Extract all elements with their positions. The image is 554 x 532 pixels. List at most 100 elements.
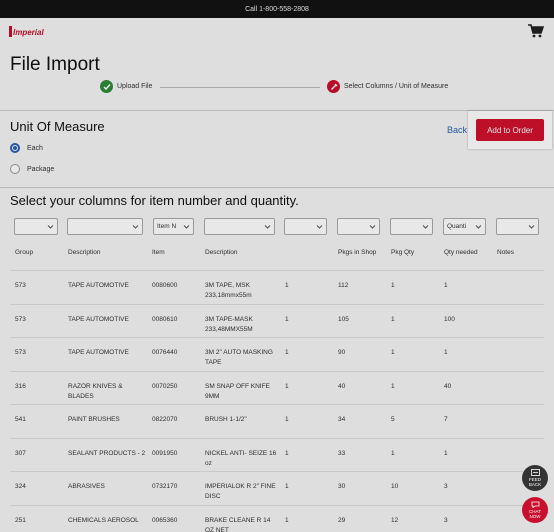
step-upload-file: Upload File [100,80,152,93]
chevron-down-icon [316,225,323,229]
table-row: 324 ABRASIVES 0732170 IMPERIALOK R 2" FINE … [10,471,544,504]
column-header: Group [15,249,34,256]
cart-icon[interactable] [528,24,544,38]
cell-item-description: BRUSH 1-1/2" [205,416,247,423]
brand-name: Imperial [13,28,44,37]
cell-pkg-qty: 1 [391,315,395,323]
chevron-down-icon [475,225,482,229]
cell-item-description: 3M TAPE-MASK 233,48MMX55M [205,315,253,333]
cell-description: PAINT BRUSHES [68,416,120,423]
column-select[interactable] [14,218,58,235]
cell-item-description: 3M 2" AUTO MASKING TAPE [205,349,273,366]
radio-label: Each [27,144,43,152]
logo[interactable]: Imperial [9,26,44,37]
cell-description: SEALANT PRODUCTS - 2 [68,449,146,457]
column-select[interactable] [67,218,143,235]
cell-pkg-qty: 1 [391,282,395,289]
cell-description: CHEMICALS AEROSOL [68,516,139,524]
cell-qty: 1 [285,449,289,457]
cell-group: 573 [15,349,26,356]
radio-package[interactable]: Package [10,164,54,174]
cell-item-description: IMPERIALOK R 2" FINE DISC [205,483,276,500]
table-row: 573 TAPE AUTOMOTIVE 0076440 3M 2" AUTO MASK… [10,337,544,370]
chevron-down-icon [132,225,139,229]
column-header: Item [152,249,165,256]
column-select[interactable] [496,218,539,235]
step-label: Upload File [117,83,153,90]
table-row: 573 TAPE AUTOMOTIVE 0080610 3M TAPE-MASK 23… [10,303,544,337]
topbar: Call 1-800-558-2808 [0,0,554,18]
column-header: Description [68,249,101,256]
phone-text[interactable]: Call 1-800-558-2808 [245,6,309,13]
cell-item-description: SM SNAP OFF KNIFE 9MM [205,382,270,400]
cell-description: TAPE AUTOMOTIVE [68,282,129,289]
cell-qty-needed: 40 [444,382,452,390]
radio-each[interactable]: Each [10,143,43,153]
uom-title: Unit Of Measure [10,119,105,134]
cell-pkg-qty: 1 [391,349,395,356]
chevron-down-icon [183,225,190,229]
step-label: Select Columns / Unit of Measure [344,83,449,90]
pencil-icon [327,80,340,93]
cell-pkgs-in-shop: 30 [338,483,346,490]
feedback-icon [530,469,540,476]
cell-item: 0091950 [152,449,178,457]
cell-qty-needed: 3 [444,516,448,524]
column-select[interactable]: Item N [153,218,194,235]
cell-item: 0080600 [152,282,178,289]
cell-item: 0065360 [152,516,178,524]
add-to-order-button[interactable]: Add to Order [476,119,544,141]
header: Imperial [0,18,554,44]
column-header: Notes [497,249,514,256]
cell-item-description: 3M TAPE, MSK 233,18mmx55m [205,282,252,299]
cell-description: TAPE AUTOMOTIVE [68,349,129,356]
step-connector [160,87,320,88]
cell-item: 0076440 [152,349,178,356]
cell-qty: 1 [285,483,289,490]
chevron-down-icon [264,225,271,229]
cell-description: RAZOR KNIVES & BLADES [68,382,123,400]
add-to-order-highlight: Add to Order [468,111,552,149]
columns-title: Select your columns for item number and … [10,193,299,208]
cell-qty-needed: 3 [444,483,448,490]
cell-qty: 1 [285,282,289,289]
column-select[interactable] [337,218,380,235]
radio-button[interactable] [10,143,20,153]
cell-pkgs-in-shop: 105 [338,315,349,323]
cell-qty: 1 [285,349,289,356]
column-header: Pkg Qty [391,249,415,256]
cell-qty-needed: 1 [444,282,448,289]
column-select[interactable] [284,218,327,235]
cell-qty-needed: 1 [444,349,448,356]
chat-button[interactable]: CHAT NOW [522,497,548,523]
cell-qty: 1 [285,315,289,323]
chat-label: NOW [529,514,541,519]
cell-qty-needed: 7 [444,416,448,423]
cell-group: 541 [15,416,26,423]
column-select[interactable] [390,218,433,235]
column-select[interactable] [204,218,275,235]
radio-label: Package [27,165,55,173]
cell-pkg-qty: 1 [391,449,395,457]
table-row: 307 SEALANT PRODUCTS - 2 0091950 NICKEL ANT… [10,437,544,471]
cell-item: 0732170 [152,483,178,490]
feedback-label: BACK [528,482,542,487]
cell-qty-needed: 100 [444,315,455,323]
cell-item-description: BRAKE CLEANE R 14 OZ NET [205,516,271,532]
column-header: Qty needed [444,249,478,256]
radio-button[interactable] [10,164,20,174]
cell-item: 0070250 [152,382,178,390]
cell-description: TAPE AUTOMOTIVE [68,315,129,323]
cell-group: 307 [15,449,26,457]
feedback-button[interactable]: FEED BACK [522,465,548,491]
cell-description: ABRASIVES [68,483,105,490]
column-header: Pkgs in Shop [338,249,377,256]
cell-pkgs-in-shop: 90 [338,349,346,356]
column-select[interactable]: Quanti [443,218,486,235]
table-row: 541 PAINT BRUSHES 0822070 BRUSH 1-1/2" 1 34 5 7 [10,404,544,437]
table-row: 316 RAZOR KNIVES & BLADES 0070250 SM SNAP O… [10,370,544,404]
cell-pkg-qty: 12 [391,516,399,524]
back-link[interactable]: Back [447,125,467,135]
divider [0,187,554,188]
cell-group: 573 [15,315,26,323]
